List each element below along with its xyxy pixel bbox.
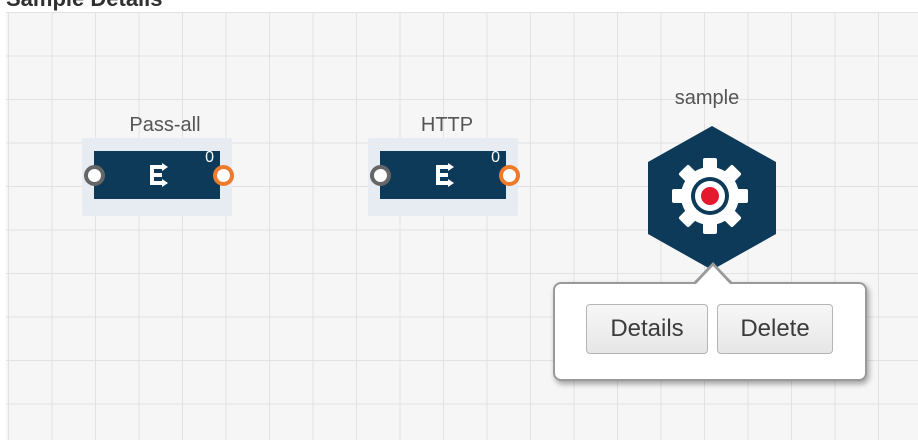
delete-button[interactable]: Delete [717, 304, 833, 354]
gear-icon [672, 158, 748, 234]
popup-pointer-fill [696, 266, 730, 284]
traffic-count: 0 [205, 149, 214, 166]
output-port[interactable] [499, 165, 520, 186]
map-node-body: 0 [380, 149, 506, 199]
node-label-http: HTTP [420, 114, 474, 136]
node-context-popup: Details Delete [553, 282, 867, 381]
traffic-count: 0 [491, 149, 500, 166]
map-node-http[interactable]: 0 [368, 138, 520, 216]
input-port[interactable] [370, 165, 391, 186]
map-icon [436, 163, 454, 187]
details-button[interactable]: Details [586, 304, 708, 354]
node-label-pass-all: Pass-all [129, 114, 201, 136]
input-port[interactable] [84, 165, 105, 186]
map-icon [150, 163, 168, 187]
page-title: Sample Details [6, 0, 163, 12]
node-label-sample: sample [674, 87, 740, 109]
page-header: Sample Details [0, 0, 918, 12]
output-port[interactable] [213, 165, 234, 186]
map-node-body: 0 [94, 149, 220, 199]
application-node-sample[interactable] [644, 124, 780, 272]
map-node-pass-all[interactable]: 0 [82, 138, 234, 216]
